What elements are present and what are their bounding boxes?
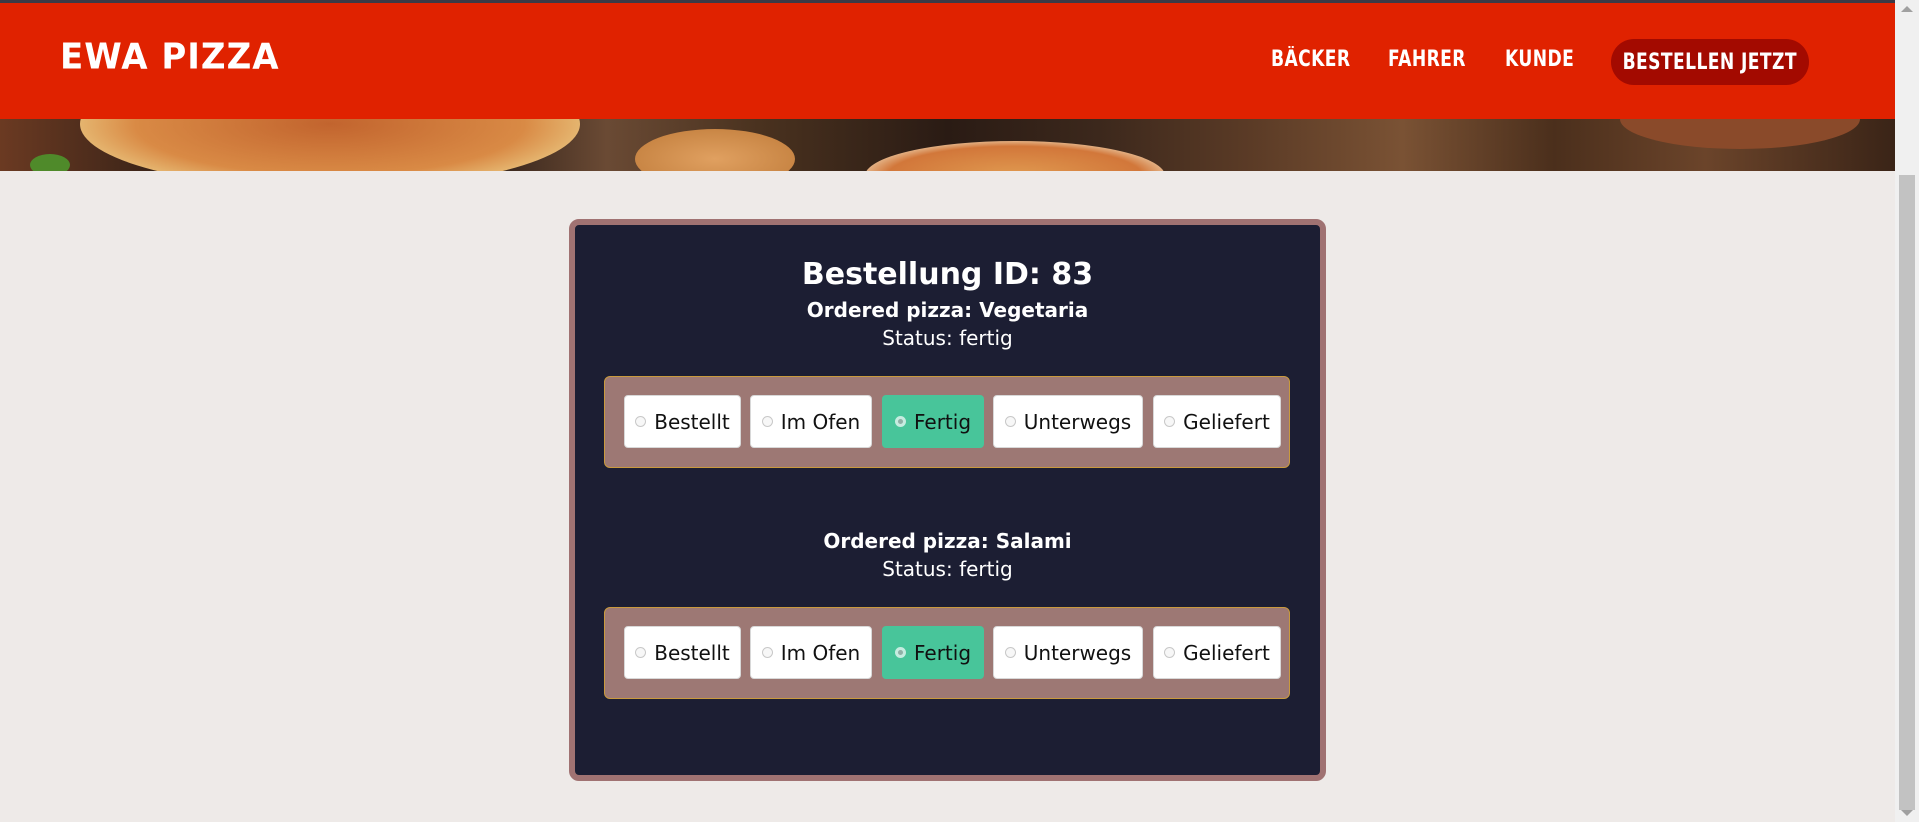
status-option-label: Bestellt xyxy=(654,409,730,434)
radio-button[interactable] xyxy=(1004,647,1016,658)
status-option-bestellt[interactable]: Bestellt xyxy=(624,626,741,679)
status-option-label: Im Ofen xyxy=(780,409,861,434)
ordered-pizza-label: Ordered pizza: Vegetaria xyxy=(806,298,1089,322)
top-navbar: EWA PIZZA BÄCKER FAHRER KUNDE BESTELLEN … xyxy=(0,3,1895,119)
nav-link-baecker[interactable]: BÄCKER xyxy=(1271,47,1351,72)
status-option-fertig[interactable]: Fertig xyxy=(882,626,984,679)
status-option-geliefert[interactable]: Geliefert xyxy=(1153,626,1281,679)
scroll-down-arrow-icon[interactable] xyxy=(1901,810,1913,816)
scroll-up-arrow-icon[interactable] xyxy=(1901,6,1913,12)
radio-button[interactable] xyxy=(1004,416,1016,427)
status-option-unterwegs[interactable]: Unterwegs xyxy=(993,626,1143,679)
scrollbar-thumb[interactable] xyxy=(1899,175,1915,810)
status-option-label: Im Ofen xyxy=(780,640,861,665)
order-now-label: BESTELLEN JETZT xyxy=(1622,49,1798,75)
radio-button-checked[interactable] xyxy=(894,416,906,427)
status-option-im-ofen[interactable]: Im Ofen xyxy=(750,626,872,679)
status-option-label: Bestellt xyxy=(654,640,730,665)
radio-button[interactable] xyxy=(761,416,773,427)
status-option-bestellt[interactable]: Bestellt xyxy=(624,395,741,448)
order-now-button[interactable]: BESTELLEN JETZT xyxy=(1611,39,1809,85)
status-option-im-ofen[interactable]: Im Ofen xyxy=(750,395,872,448)
radio-button[interactable] xyxy=(635,647,647,658)
pizza-image xyxy=(80,119,580,171)
status-option-label: Fertig xyxy=(913,640,972,665)
brand-logo[interactable]: EWA PIZZA xyxy=(60,36,280,78)
pizza-image xyxy=(30,154,70,171)
status-radio-group: Bestellt Im Ofen Fertig Unterwegs Gelief… xyxy=(604,376,1290,468)
radio-button-checked[interactable] xyxy=(894,647,906,658)
status-option-label: Unterwegs xyxy=(1023,640,1132,665)
order-id-title: Bestellung ID: 83 xyxy=(801,257,1094,292)
order-status-text: Status: fertig xyxy=(882,557,1013,581)
status-option-fertig[interactable]: Fertig xyxy=(882,395,984,448)
status-option-label: Unterwegs xyxy=(1023,409,1132,434)
order-status-text: Status: fertig xyxy=(882,326,1013,350)
status-option-label: Geliefert xyxy=(1183,409,1270,434)
pizza-image xyxy=(865,141,1165,171)
hero-pizza-banner xyxy=(0,119,1895,171)
ordered-pizza-label: Ordered pizza: Salami xyxy=(823,529,1072,553)
radio-button[interactable] xyxy=(761,647,773,658)
nav-link-fahrer[interactable]: FAHRER xyxy=(1388,47,1466,72)
nav-link-kunde[interactable]: KUNDE xyxy=(1505,47,1574,72)
radio-button[interactable] xyxy=(1164,647,1176,658)
status-option-label: Fertig xyxy=(913,409,972,434)
status-option-label: Geliefert xyxy=(1183,640,1270,665)
pizza-image xyxy=(635,129,795,171)
status-option-unterwegs[interactable]: Unterwegs xyxy=(993,395,1143,448)
radio-button[interactable] xyxy=(635,416,647,427)
pizza-image xyxy=(1620,119,1860,149)
order-card: Bestellung ID: 83 Ordered pizza: Vegetar… xyxy=(569,219,1326,781)
status-radio-group: Bestellt Im Ofen Fertig Unterwegs Gelief… xyxy=(604,607,1290,699)
radio-button[interactable] xyxy=(1164,416,1176,427)
status-option-geliefert[interactable]: Geliefert xyxy=(1153,395,1281,448)
